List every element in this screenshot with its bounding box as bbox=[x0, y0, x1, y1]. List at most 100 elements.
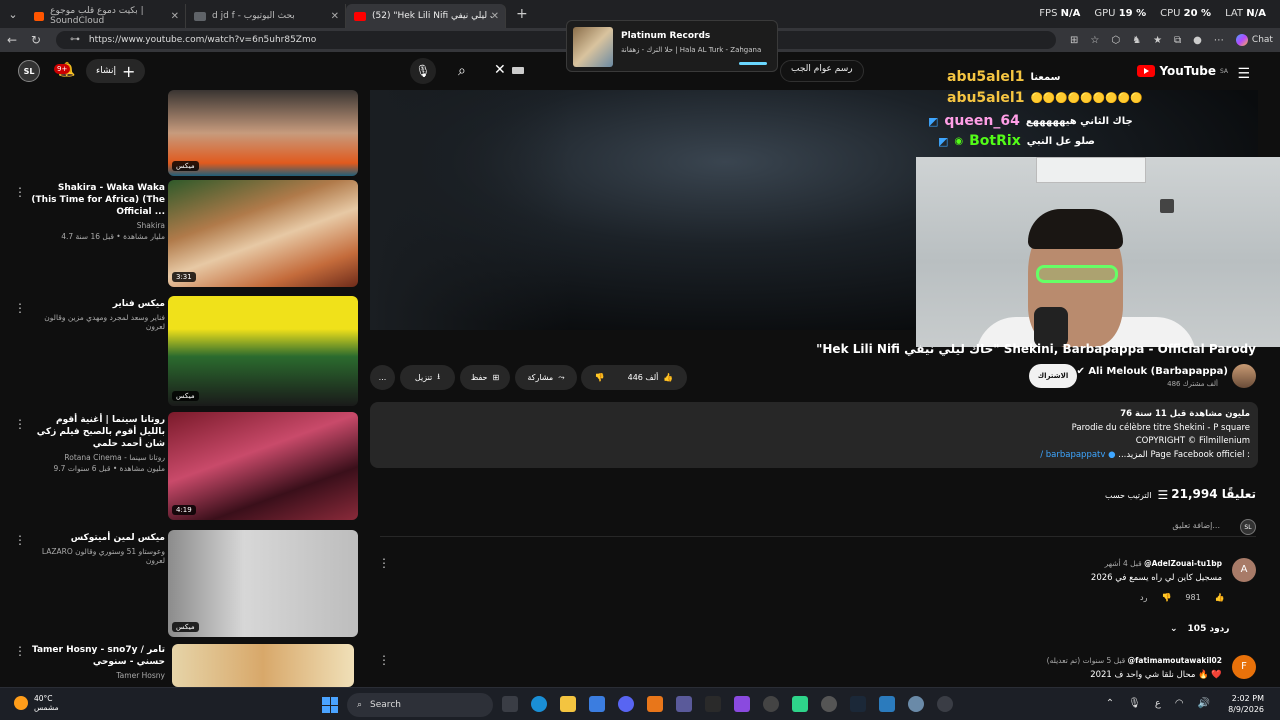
video-thumbnail[interactable]: 4:19 bbox=[168, 412, 358, 520]
video-title[interactable]: Shakira - Waka Waka (This Time for Afric… bbox=[30, 182, 165, 218]
channel-name[interactable]: Shakira bbox=[30, 221, 165, 230]
clock[interactable]: 2:02 PM 8/9/2026 bbox=[1228, 693, 1264, 715]
more-options-icon[interactable]: ⋮ bbox=[378, 653, 390, 667]
more-options-icon[interactable]: ⋮ bbox=[14, 185, 26, 199]
video-title[interactable]: Tamer Hosny - sno7y / تامر حسني - سنوحي bbox=[30, 644, 165, 668]
video-title[interactable]: ميكس فناير bbox=[30, 298, 165, 310]
commenter-avatar[interactable]: A bbox=[1232, 558, 1256, 582]
app-icon[interactable] bbox=[763, 696, 779, 712]
facebook-link[interactable]: / barbapappatv bbox=[1040, 450, 1105, 460]
extension-icon[interactable]: ♞ bbox=[1132, 35, 1141, 46]
youtube-logo[interactable]: YouTube SA bbox=[1137, 64, 1228, 78]
save-button[interactable]: حفظ ⊞ bbox=[460, 365, 510, 390]
steam-icon[interactable] bbox=[850, 696, 866, 712]
channel-name[interactable]: Tamer Hosny bbox=[30, 671, 165, 680]
file-explorer-icon[interactable] bbox=[560, 696, 576, 712]
recommended-video[interactable]: ⋮ Tamer Hosny - sno7y / تامر حسني - سنوح… bbox=[0, 642, 362, 687]
close-tab-icon[interactable]: ✕ bbox=[491, 11, 499, 22]
app-icon[interactable] bbox=[937, 696, 953, 712]
search-input[interactable]: رسم عوام الجب bbox=[780, 60, 864, 82]
more-options-icon[interactable]: ⋮ bbox=[14, 644, 26, 658]
more-options-icon[interactable]: ⋮ bbox=[14, 301, 26, 315]
channel-name[interactable]: LAZARO وعوستاو 51 وستوري وقالون لعرون bbox=[30, 547, 165, 565]
avatar[interactable]: SL bbox=[18, 60, 40, 82]
site-info-icon[interactable]: ⊶ bbox=[70, 34, 80, 45]
dislike-icon[interactable]: 👎 bbox=[1161, 593, 1171, 602]
dislike-icon[interactable]: 👎 bbox=[595, 373, 605, 382]
star-icon[interactable]: ☆ bbox=[1090, 35, 1099, 46]
comment-author[interactable]: @fatimamoutawakil02 bbox=[1128, 656, 1222, 665]
volume-icon[interactable]: 🔊 bbox=[1198, 698, 1210, 709]
browser-tab[interactable]: d jd f - بحث اليوتيوب ✕ bbox=[186, 4, 346, 28]
language-icon[interactable]: ع bbox=[1155, 698, 1161, 709]
app-icon[interactable] bbox=[647, 696, 663, 712]
channel-avatar[interactable] bbox=[1232, 364, 1256, 388]
video-title[interactable]: روتانا سينما | أغنية أقوم بالليل أقوم با… bbox=[30, 414, 165, 450]
profile-icon[interactable]: ● bbox=[1193, 35, 1202, 46]
download-button[interactable]: تنزيل ⭳ bbox=[400, 365, 455, 390]
search-icon[interactable]: ⌕ bbox=[458, 63, 466, 79]
more-options-icon[interactable]: ⋮ bbox=[378, 556, 390, 570]
reply-button[interactable]: رد bbox=[1140, 593, 1147, 602]
weather-widget[interactable]: 40°C مشمس bbox=[14, 694, 59, 712]
video-thumbnail[interactable] bbox=[172, 644, 354, 687]
keyboard-icon[interactable] bbox=[512, 67, 524, 74]
copilot-chat-button[interactable]: Chat bbox=[1235, 34, 1273, 46]
back-icon[interactable]: ← bbox=[0, 33, 24, 47]
chevron-up-icon[interactable]: ⌃ bbox=[1106, 698, 1114, 709]
show-more-link[interactable]: ...المزيد Page Facebook officiel : bbox=[1118, 450, 1250, 460]
share-button[interactable]: مشاركة ⤳ bbox=[515, 365, 577, 390]
create-button[interactable]: إنشاء + bbox=[86, 59, 146, 83]
menu-icon[interactable]: ☰ bbox=[1237, 66, 1250, 82]
description-box[interactable]: 76 مليون مشاهدة قبل 11 سنة Parodie du cé… bbox=[370, 402, 1258, 468]
comment-author[interactable]: @AdelZouai-tu1bp bbox=[1144, 559, 1222, 568]
channel-name[interactable]: Rotana Cinema - روتانا سينما bbox=[30, 453, 165, 462]
video-thumbnail[interactable]: ميكس bbox=[168, 296, 358, 406]
add-comment-input[interactable]: إضافة تعليق... bbox=[1172, 521, 1220, 530]
subscribe-button[interactable]: الاشتراك bbox=[1029, 364, 1077, 388]
app-icon[interactable] bbox=[792, 696, 808, 712]
obs-icon[interactable] bbox=[821, 696, 837, 712]
taskbar-search[interactable]: ⌕ Search bbox=[347, 693, 493, 717]
store-icon[interactable] bbox=[589, 696, 605, 712]
video-thumbnail[interactable]: ميكس bbox=[168, 90, 358, 176]
windows-start-icon[interactable] bbox=[322, 697, 338, 713]
video-thumbnail[interactable]: 3:31 bbox=[168, 180, 358, 287]
microphone-icon[interactable]: 🎙 bbox=[410, 58, 436, 84]
new-tab-button[interactable]: + bbox=[516, 6, 528, 22]
apps-icon[interactable]: ⊞ bbox=[1070, 35, 1078, 46]
video-title[interactable]: ميكس لمين أميتوكس bbox=[30, 532, 165, 544]
task-view-icon[interactable] bbox=[502, 696, 518, 712]
url-field[interactable]: ⊶ https://www.youtube.com/watch?v=6n5uhr… bbox=[56, 31, 1056, 49]
recommended-video[interactable]: ⋮ ميكس لمين أميتوكس LAZARO وعوستاو 51 وس… bbox=[0, 530, 362, 640]
video-thumbnail[interactable]: ميكس bbox=[168, 530, 358, 637]
like-icon[interactable]: 👍 bbox=[1215, 593, 1225, 602]
replies-toggle[interactable]: ⌄ 105 ردود bbox=[1170, 624, 1229, 634]
recommended-video[interactable]: ⋮ ميكس فناير فناير وسعد لمجرد ومهدي مزين… bbox=[0, 296, 362, 408]
extension-icon[interactable]: ⬡ bbox=[1111, 35, 1120, 46]
more-actions-button[interactable]: ... bbox=[370, 365, 395, 390]
recommended-video[interactable]: ⋮ روتانا سينما | أغنية أقوم بالليل أقوم … bbox=[0, 412, 362, 524]
like-icon[interactable]: 👍 bbox=[663, 373, 673, 382]
tab-search-icon[interactable]: ⌄ bbox=[0, 8, 26, 21]
browser-tab[interactable]: بكيت دموع قلب موجوع | SoundCloud ✕ bbox=[26, 4, 186, 28]
close-tab-icon[interactable]: ✕ bbox=[331, 11, 339, 22]
more-options-icon[interactable]: ⋮ bbox=[14, 533, 26, 547]
browser-tab-active[interactable]: (52) "Hek Lili Nifi حاك ليلي نيفي" Sh...… bbox=[346, 4, 506, 28]
more-icon[interactable]: ⋯ bbox=[1214, 35, 1224, 46]
more-options-icon[interactable]: ⋮ bbox=[14, 417, 26, 431]
close-tab-icon[interactable]: ✕ bbox=[171, 11, 179, 22]
favorites-icon[interactable]: ★ bbox=[1153, 35, 1162, 46]
collections-icon[interactable]: ⧉ bbox=[1174, 35, 1181, 46]
app-icon[interactable] bbox=[676, 696, 692, 712]
commenter-avatar[interactable]: F bbox=[1232, 655, 1256, 679]
app-icon[interactable] bbox=[734, 696, 750, 712]
wifi-icon[interactable]: ◠ bbox=[1175, 698, 1184, 709]
mic-icon[interactable]: 🎙 bbox=[1128, 698, 1141, 709]
edge-icon[interactable] bbox=[531, 696, 547, 712]
channel-name[interactable]: ✔ Ali Melouk (Barbapappa) bbox=[1076, 366, 1228, 377]
now-playing-popup[interactable]: Platinum Records حلا الترك - زهقانة | Ha… bbox=[566, 20, 778, 72]
reload-icon[interactable]: ↻ bbox=[24, 33, 48, 47]
recommended-video[interactable]: ميكس bbox=[0, 90, 362, 178]
sort-button[interactable]: الترتيب حسب ☰ bbox=[1105, 488, 1168, 502]
